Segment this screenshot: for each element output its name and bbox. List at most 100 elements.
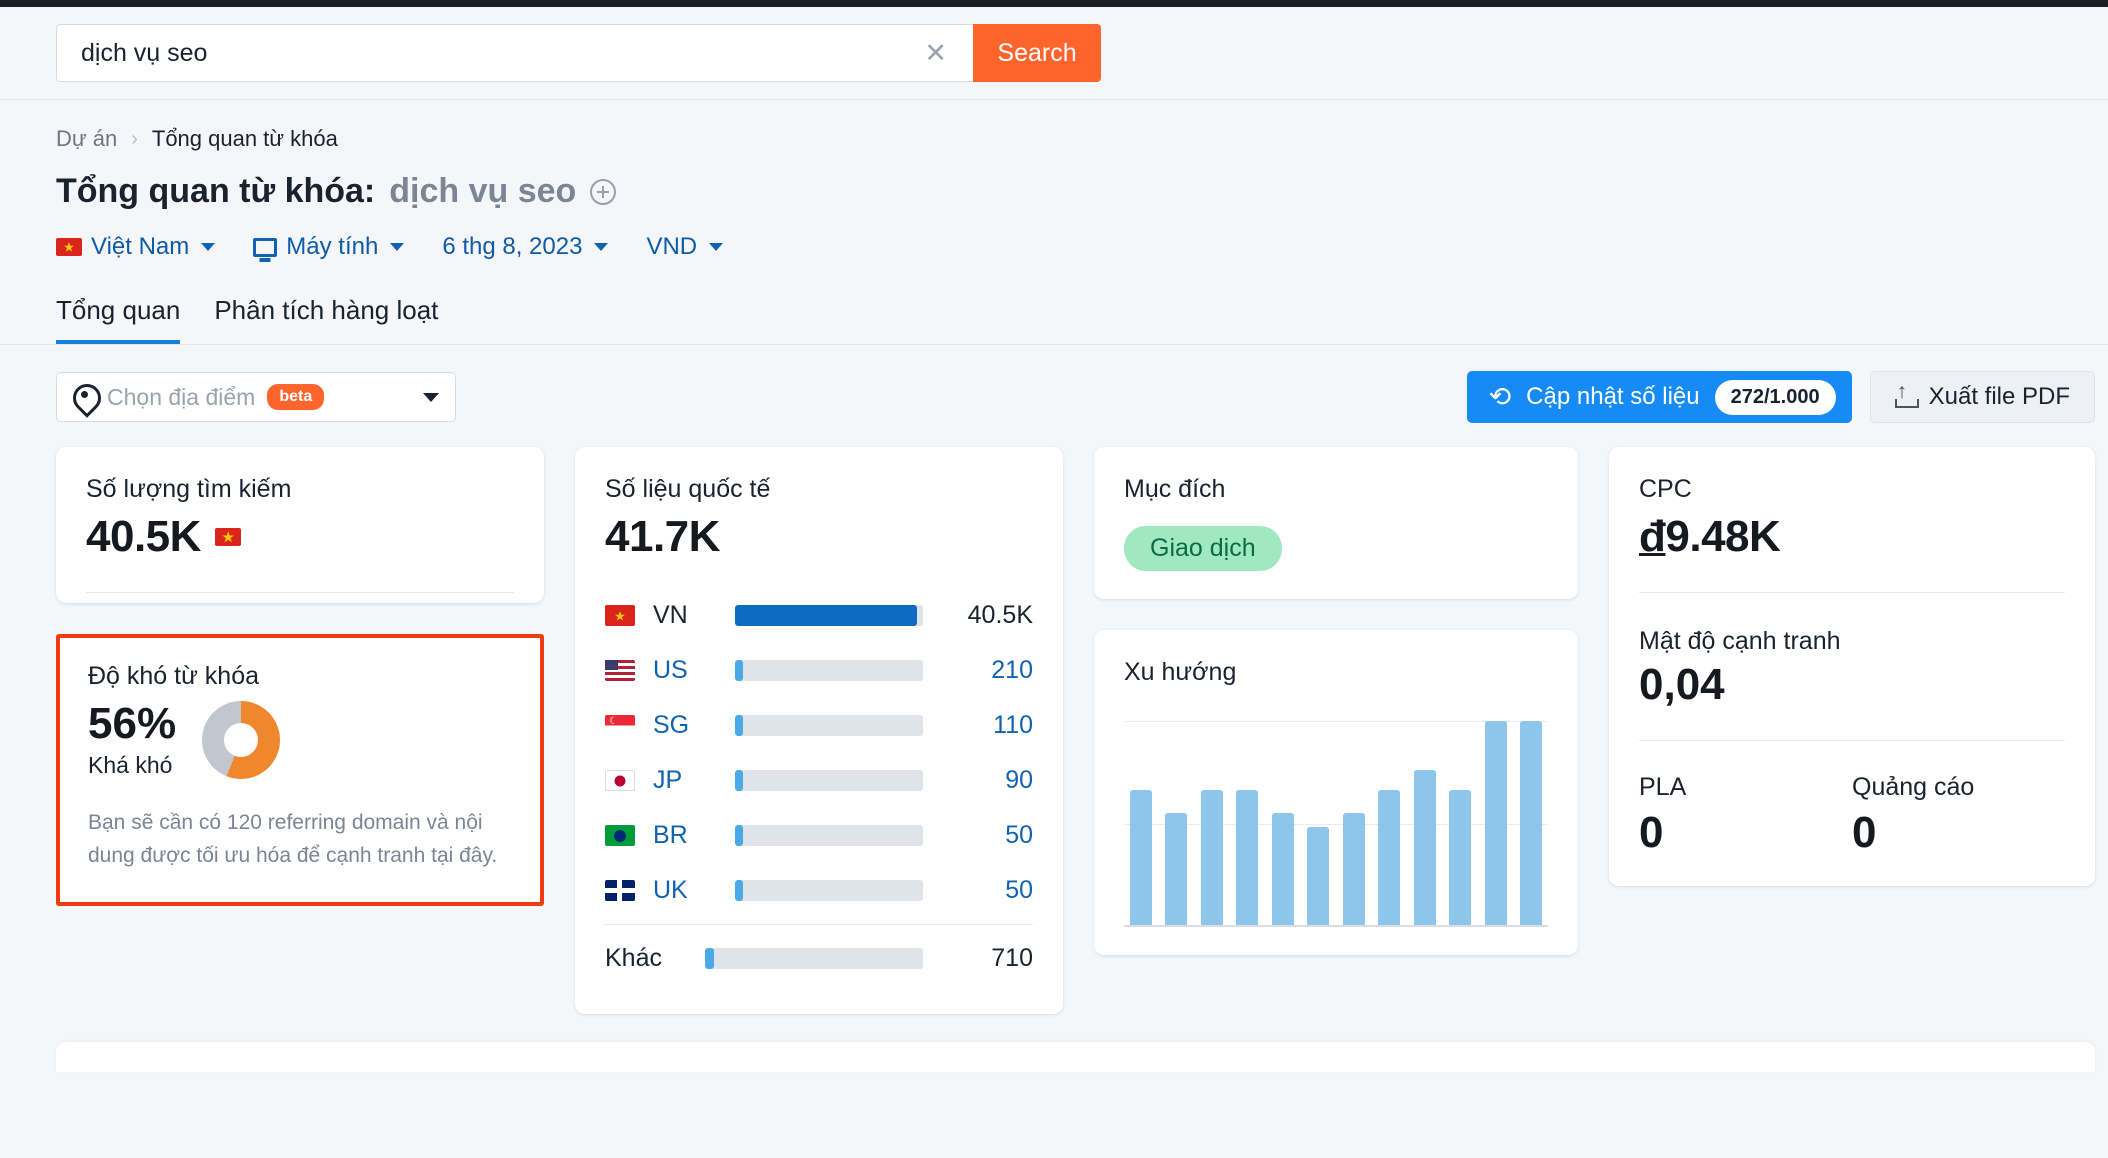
filter-date[interactable]: 6 thg 8, 2023 [442,233,609,261]
country-row[interactable]: JP 90 [605,753,1033,808]
pla-value: 0 [1639,808,1664,857]
filter-country[interactable]: ★ Việt Nam [56,233,216,261]
flag-vn-icon: ★ [214,528,241,546]
page-title: Tổng quan từ khóa: dịch vụ seo [56,172,2108,211]
country-code: US [653,656,688,684]
search-volume-title: Số lượng tìm kiếm [86,475,292,503]
divider [605,924,1033,925]
trend-bar [1484,721,1507,925]
beta-badge: beta [267,384,325,410]
competition-title: Mật độ cạnh tranh [1639,627,1841,655]
pla-label: PLA [1639,773,1687,801]
difficulty-donut-chart [202,701,281,779]
tab-overview[interactable]: Tổng quan [56,295,181,344]
filter-date-label: 6 thg 8, 2023 [442,233,583,260]
filter-currency-label: VND [646,233,698,260]
chevron-down-icon [390,243,405,251]
filter-device-label: Máy tính [286,233,379,260]
tab-bar: Tổng quan Phân tích hàng loạt [56,295,2108,344]
search-volume-value-row: 40.5K ★ [86,512,514,562]
country-value: 50 [1005,876,1033,904]
trend-bar [1200,790,1223,925]
country-code: Khác [605,944,662,972]
close-icon[interactable]: ✕ [910,39,961,67]
ads-metric: Quảng cáo 0 [1852,773,2065,858]
trend-bar [1342,812,1365,925]
search-volume-value: 40.5K [86,512,201,561]
country-code: UK [653,876,688,904]
competition-value: 0,04 [1639,660,1725,709]
card-trend: Xu hướng [1094,630,1578,955]
country-row[interactable]: ☾ SG 110 [605,698,1033,753]
location-placeholder: Chọn địa điểm [107,383,256,410]
filter-currency[interactable]: VND [646,233,724,261]
export-pdf-button[interactable]: Xuất file PDF [1869,371,2095,423]
filter-country-label: Việt Nam [91,233,190,260]
search-button[interactable]: Search [973,24,1101,82]
country-row[interactable]: ★ VN 40.5K [605,588,1033,643]
flag-jp-icon [605,770,635,791]
cpc-title: CPC [1639,475,1692,503]
country-value: 90 [1005,766,1033,794]
country-value: 110 [993,711,1033,739]
location-select[interactable]: Chọn địa điểm beta [56,372,456,422]
country-row[interactable]: BR 50 [605,808,1033,863]
flag-uk-icon [605,880,635,901]
country-bar [735,770,923,791]
country-code: JP [653,766,683,794]
breadcrumb-parent[interactable]: Dự án [56,126,117,152]
tab-bulk-analysis[interactable]: Phân tích hàng loạt [214,295,438,344]
search-bar: ✕ Search [0,7,2108,100]
breadcrumb-current: Tổng quan từ khóa [151,126,338,151]
search-input[interactable] [81,38,911,68]
chevron-down-icon [709,243,724,251]
ads-label: Quảng cáo [1852,773,1975,801]
update-data-button[interactable]: ⟳ Cập nhật số liệu 272/1.000 [1466,371,1852,423]
country-code: VN [653,601,688,629]
divider [1639,592,2065,593]
flag-br-icon [605,825,635,846]
trend-bar [1271,812,1294,925]
chevron-down-icon [423,392,439,402]
desktop-icon [253,237,278,257]
breadcrumb: Dự án › Tổng quan từ khóa [56,126,2108,152]
trend-title: Xu hướng [1124,658,1237,686]
trend-bar [1449,790,1472,925]
card-intent: Mục đích Giao dịch [1094,447,1578,599]
page-title-prefix: Tổng quan từ khóa: [56,172,376,210]
plus-circle-icon[interactable] [590,178,617,205]
export-pdf-label: Xuất file PDF [1928,383,2070,410]
page-title-keyword: dịch vụ seo [389,172,577,210]
flag-vn-icon: ★ [56,238,82,256]
country-code: BR [653,821,688,849]
flag-sg-icon: ☾ [605,715,635,736]
card-keyword-difficulty: Độ khó từ khóa 56% Khá khó Bạn sẽ cần có… [56,634,544,907]
search-field-wrap[interactable]: ✕ [56,24,973,82]
country-bar [735,880,923,901]
country-value: 210 [991,656,1033,684]
trend-bar [1413,769,1436,925]
trend-bar [1236,790,1259,925]
chevron-right-icon: › [131,127,138,150]
cpc-value-row: đ 9.48K [1639,512,2065,562]
country-bar [735,605,923,626]
chevron-down-icon [201,243,216,251]
country-row[interactable]: US 210 [605,643,1033,698]
trend-bar [1378,790,1401,925]
filter-device[interactable]: Máy tính [253,233,405,261]
window-chrome-bar [0,0,2108,7]
country-row[interactable]: UK 50 [605,863,1033,918]
pla-metric: PLA 0 [1639,773,1852,858]
next-card-peek [56,1042,2095,1072]
international-title: Số liệu quốc tế [605,475,771,503]
filter-row: ★ Việt Nam Máy tính 6 thg 8, 2023 VND [56,233,2108,261]
flag-us-icon [605,660,635,681]
country-value: 40.5K [967,601,1033,629]
country-list: ★ VN 40.5K US 210 ☾ SG 110 JP 90 BR 50 U… [605,588,1033,986]
difficulty-percent: 56% [88,699,177,749]
content-toolbar: Chọn địa điểm beta ⟳ Cập nhật số liệu 27… [0,345,2108,423]
trend-bar [1307,827,1330,925]
card-search-volume: Số lượng tìm kiếm 40.5K ★ [56,447,544,603]
country-row-other[interactable]: Khác 710 [605,931,1033,986]
chart-baseline [1124,925,1548,927]
